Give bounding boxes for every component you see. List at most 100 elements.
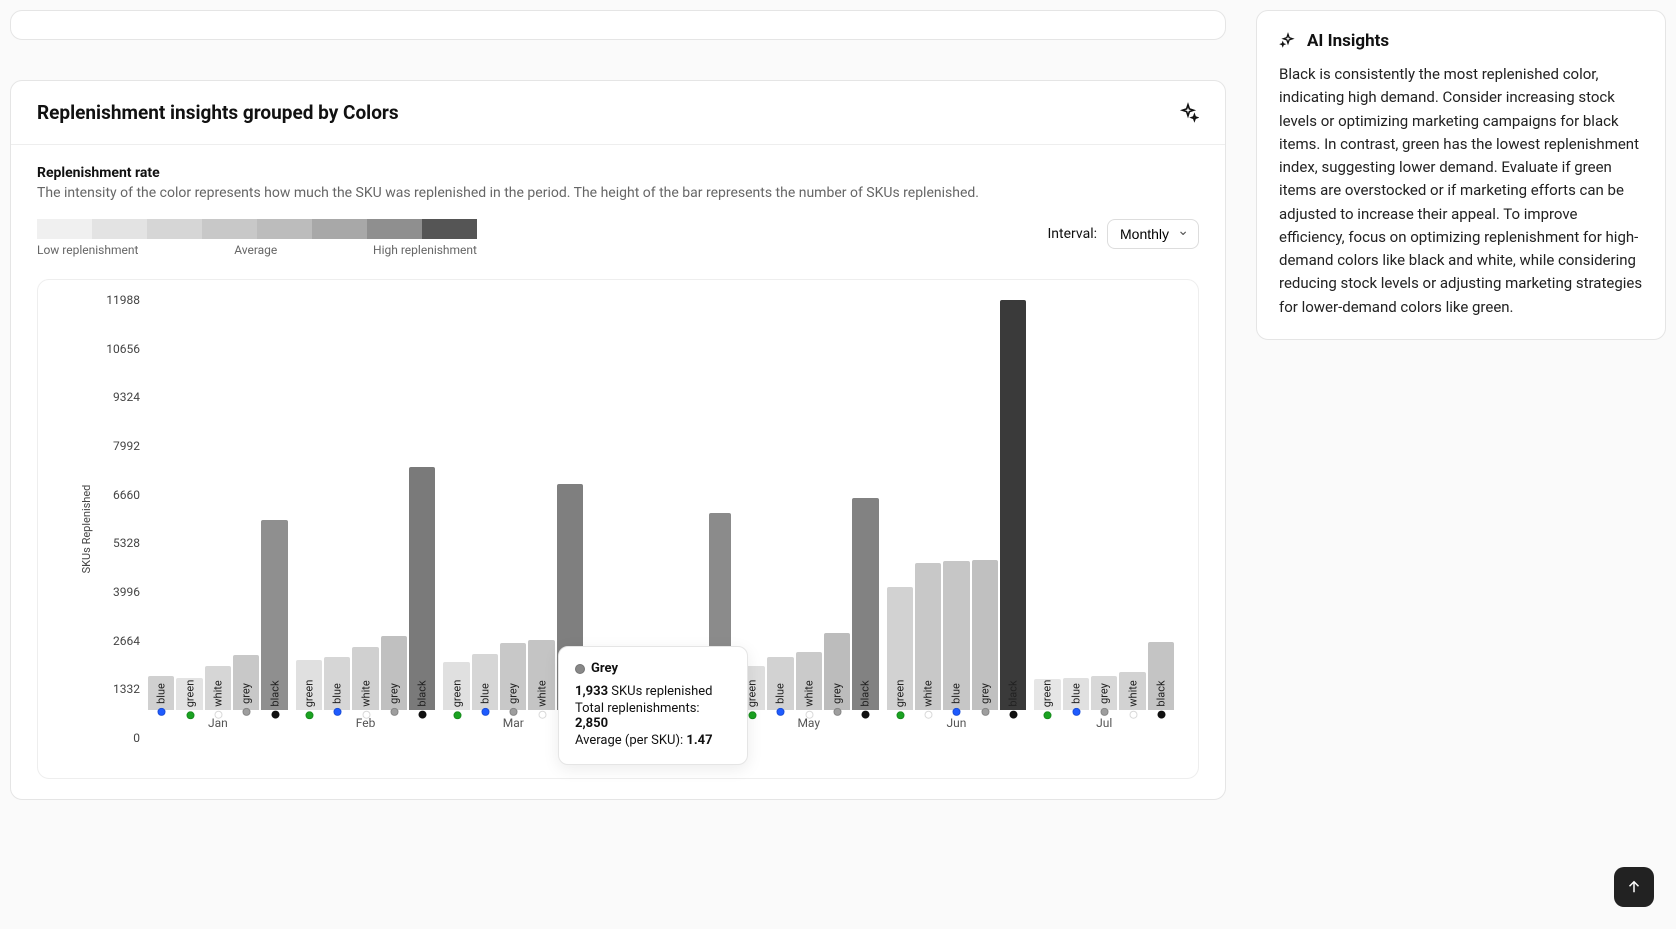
bar-blue[interactable]: blue <box>943 561 969 710</box>
bar-color-label: blue <box>155 683 168 704</box>
y-tick: 5328 <box>113 536 140 550</box>
bar-black[interactable]: black <box>1148 642 1174 710</box>
bar-blue[interactable]: blue <box>148 676 174 710</box>
bar-green[interactable]: green <box>887 587 913 710</box>
month-group: greenbluewhitegreyblackMay <box>735 300 883 738</box>
bar-color-label: grey <box>831 683 844 704</box>
chart-tooltip: Grey 1,933 SKUs replenished Total replen… <box>558 646 748 765</box>
ai-insights-body: Black is consistently the most replenish… <box>1279 63 1643 319</box>
bar-color-label: grey <box>1098 683 1111 704</box>
y-tick: 11988 <box>106 293 140 307</box>
bar-white[interactable]: white <box>796 652 822 710</box>
bar-blue[interactable]: blue <box>472 654 498 710</box>
bar-black[interactable]: black <box>261 520 287 710</box>
color-dot <box>1043 711 1051 719</box>
bar-color-label: grey <box>387 683 400 704</box>
bar-color-label: green <box>302 680 315 708</box>
bar-black[interactable]: black <box>409 467 435 710</box>
color-dot <box>214 711 222 719</box>
color-dot <box>186 711 194 719</box>
tooltip-dot <box>575 664 585 674</box>
bar-grey[interactable]: grey <box>972 560 998 710</box>
color-dot <box>1129 711 1137 719</box>
bar-green[interactable]: green <box>296 660 322 710</box>
color-dot <box>333 708 341 716</box>
ai-insights-card: AI Insights Black is consistently the mo… <box>1256 10 1666 340</box>
sparkle-icon[interactable] <box>1177 102 1199 124</box>
bar-color-label: green <box>893 680 906 708</box>
bar-grey[interactable]: grey <box>233 655 259 710</box>
legend-high: High replenishment <box>373 243 477 257</box>
color-dot <box>538 711 546 719</box>
bar-color-label: white <box>211 680 224 706</box>
bar-color-label: green <box>1041 680 1054 708</box>
color-dot <box>833 708 841 716</box>
sparkle-icon <box>1279 32 1297 50</box>
scroll-to-top-button[interactable] <box>1614 867 1654 907</box>
intensity-legend: Low replenishment Average High replenish… <box>37 219 477 257</box>
color-dot <box>157 708 165 716</box>
bar-black[interactable]: black <box>1000 300 1026 710</box>
bar-blue[interactable]: blue <box>767 657 793 710</box>
y-tick: 7992 <box>113 439 140 453</box>
bar-color-label: green <box>450 680 463 708</box>
bar-white[interactable]: white <box>915 563 941 710</box>
bar-color-label: white <box>359 680 372 706</box>
interval-label: Interval: <box>1048 226 1098 242</box>
bar-color-label: black <box>416 680 429 706</box>
intensity-swatch <box>257 219 312 239</box>
bar-color-label: grey <box>978 683 991 704</box>
rate-title: Replenishment rate <box>37 165 1199 181</box>
bar-white[interactable]: white <box>352 647 378 710</box>
color-dot <box>1100 708 1108 716</box>
intensity-swatch <box>312 219 367 239</box>
bar-green[interactable]: green <box>443 662 469 710</box>
interval-select[interactable]: Monthly <box>1107 219 1199 249</box>
intensity-swatch <box>147 219 202 239</box>
color-dot <box>362 711 370 719</box>
bar-white[interactable]: white <box>1119 672 1145 710</box>
y-tick: 10656 <box>106 342 140 356</box>
bar-white[interactable]: white <box>528 640 554 710</box>
y-tick: 3996 <box>113 585 140 599</box>
bar-color-label: white <box>922 680 935 706</box>
bar-grey[interactable]: grey <box>1091 676 1117 710</box>
color-dot <box>805 711 813 719</box>
replenishment-card: Replenishment insights grouped by Colors… <box>10 80 1226 800</box>
color-dot <box>896 711 904 719</box>
card-title: Replenishment insights grouped by Colors <box>37 101 399 124</box>
y-tick: 6660 <box>113 488 140 502</box>
color-dot <box>776 708 784 716</box>
color-dot <box>509 708 517 716</box>
bar-grey[interactable]: grey <box>500 643 526 710</box>
bar-grey[interactable]: grey <box>381 636 407 710</box>
intensity-swatch <box>422 219 477 239</box>
bar-color-label: grey <box>240 683 253 704</box>
bar-grey[interactable]: grey <box>824 633 850 710</box>
rate-description: The intensity of the color represents ho… <box>37 185 1199 201</box>
bar-white[interactable]: white <box>205 666 231 710</box>
intensity-swatch <box>37 219 92 239</box>
bar-blue[interactable]: blue <box>1063 678 1089 710</box>
bar-green[interactable]: green <box>176 678 202 710</box>
bar-black[interactable]: black <box>852 498 878 710</box>
color-dot <box>861 711 869 719</box>
bar-color-label: blue <box>331 683 344 704</box>
bar-color-label: blue <box>774 683 787 704</box>
color-dot <box>242 708 250 716</box>
color-dot <box>453 711 461 719</box>
bar-blue[interactable]: blue <box>324 657 350 710</box>
color-dot <box>305 711 313 719</box>
color-dot <box>1157 711 1165 719</box>
bar-color-label: blue <box>950 683 963 704</box>
bar-color-label: black <box>859 680 872 706</box>
color-dot <box>418 711 426 719</box>
replenishment-chart: SKUs Replenished 01332266439965328666079… <box>37 279 1199 779</box>
month-group: greenwhitebluegreyblackJun <box>883 300 1031 738</box>
y-tick: 2664 <box>113 634 140 648</box>
bar-color-label: green <box>183 680 196 708</box>
color-dot <box>481 708 489 716</box>
color-dot <box>748 711 756 719</box>
bar-green[interactable]: green <box>1034 679 1060 710</box>
intensity-swatch <box>92 219 147 239</box>
